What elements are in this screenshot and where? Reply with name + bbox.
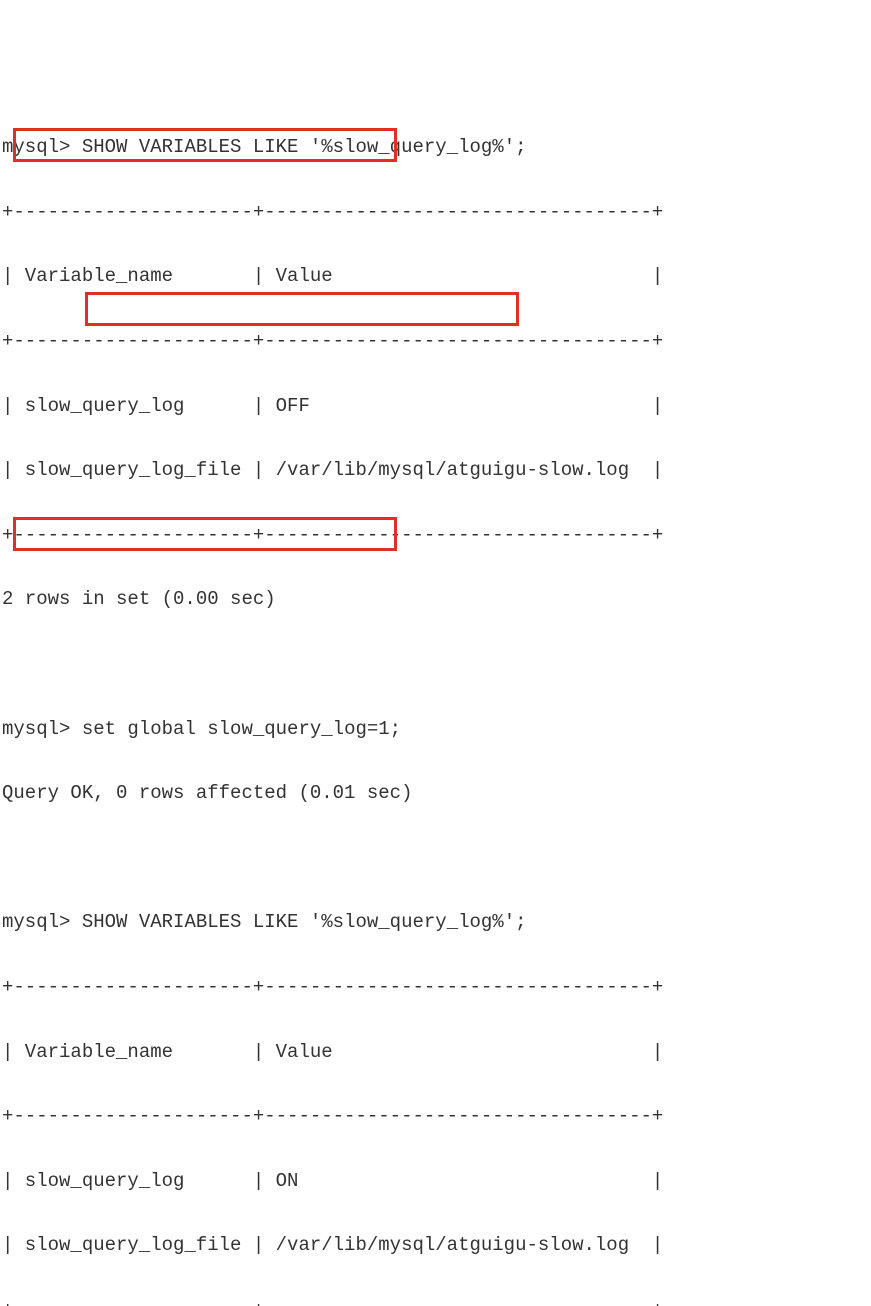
- command-text: SHOW VARIABLES LIKE '%slow_query_log%';: [82, 911, 527, 933]
- highlight-box-3: [13, 517, 397, 551]
- cmd-line-2: mysql> set global slow_query_log=1;: [2, 713, 869, 745]
- prompt: mysql>: [2, 911, 82, 933]
- table-border-bot-3: +---------------------+-----------------…: [2, 1294, 869, 1306]
- table-row-3b: | slow_query_log_file | /var/lib/mysql/a…: [2, 1229, 869, 1261]
- blank-line: [2, 842, 869, 874]
- table-header-3: | Variable_name | Value |: [2, 1036, 869, 1068]
- table-border-top-3: +---------------------+-----------------…: [2, 971, 869, 1003]
- cmd-line-3: mysql> SHOW VARIABLES LIKE '%slow_query_…: [2, 906, 869, 938]
- table-row-3a: | slow_query_log | ON |: [2, 1165, 869, 1197]
- table-header-1: | Variable_name | Value |: [2, 260, 869, 292]
- command-text: set global slow_query_log=1;: [82, 718, 401, 740]
- result-line-2: Query OK, 0 rows affected (0.01 sec): [2, 777, 869, 809]
- table-border-mid-1: +---------------------+-----------------…: [2, 325, 869, 357]
- summary-1: 2 rows in set (0.00 sec): [2, 583, 869, 615]
- highlight-box-2: [85, 292, 519, 326]
- table-border-mid-3: +---------------------+-----------------…: [2, 1100, 869, 1132]
- table-border-top-1: +---------------------+-----------------…: [2, 196, 869, 228]
- prompt: mysql>: [2, 718, 82, 740]
- table-row-1b: | slow_query_log_file | /var/lib/mysql/a…: [2, 454, 869, 486]
- highlight-box-1: [13, 128, 397, 162]
- table-row-1a: | slow_query_log | OFF |: [2, 390, 869, 422]
